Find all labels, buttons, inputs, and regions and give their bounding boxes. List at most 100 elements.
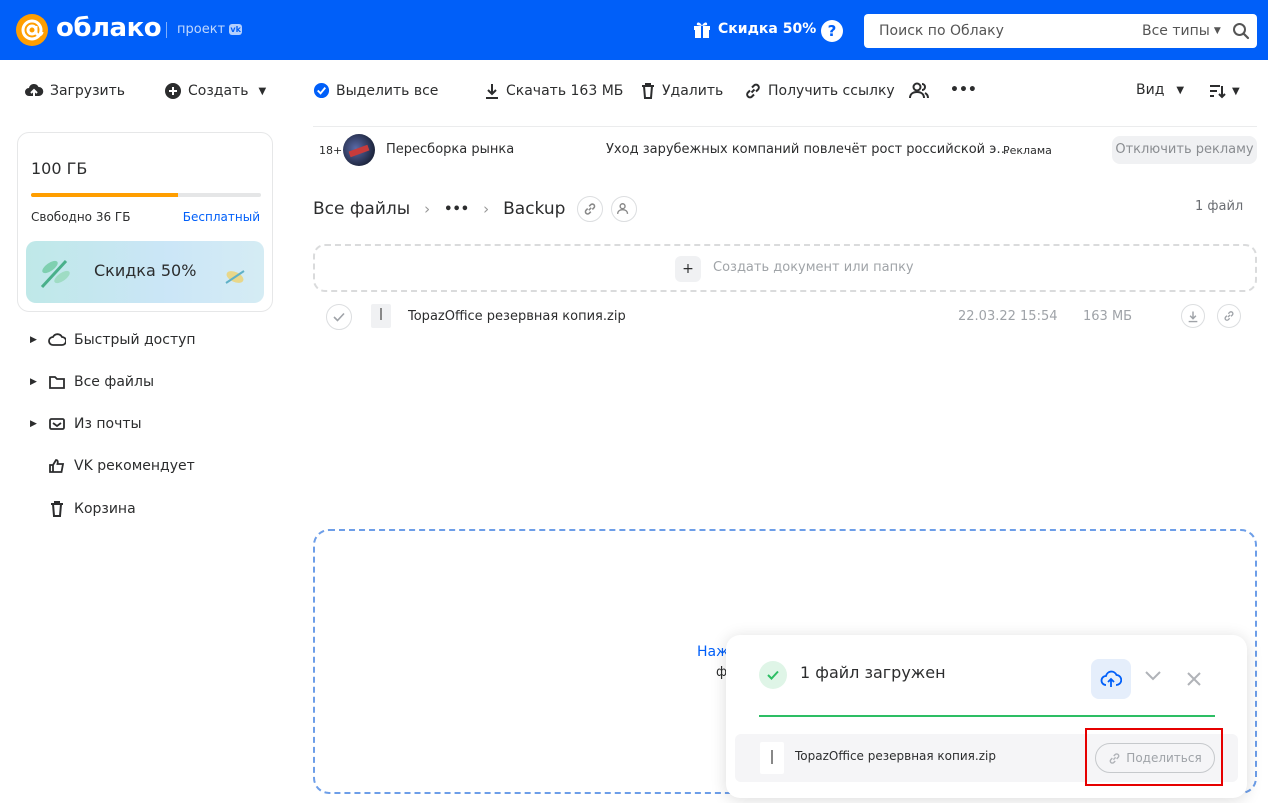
view-button[interactable]: Вид ▼ [1136, 82, 1184, 98]
sidebar-item-label: VK рекомендует [74, 458, 195, 474]
thumbs-up-icon [48, 458, 70, 474]
file-name[interactable]: TopazOffice резервная копия.zip [408, 309, 626, 324]
logo-at-icon[interactable] [16, 14, 48, 46]
share-access-button[interactable] [909, 82, 929, 100]
link-icon [746, 83, 760, 99]
chevron-right-icon: › [424, 200, 431, 218]
get-link-label: Получить ссылку [768, 83, 895, 99]
caret-down-icon: ▼ [1176, 84, 1185, 96]
plus-circle-icon [165, 83, 181, 99]
uploaded-file-name: TopazOffice резервная копия.zip [795, 749, 996, 763]
zip-file-icon [371, 304, 391, 328]
sort-button[interactable]: ▼ [1208, 82, 1240, 100]
trash-icon [642, 83, 654, 99]
sort-icon [1210, 85, 1226, 99]
folder-share-button[interactable] [611, 196, 638, 222]
plan-link[interactable]: Бесплатный [183, 210, 260, 224]
sidebar-item-vk-recommends[interactable]: VK рекомендует [30, 458, 195, 474]
more-button[interactable]: ••• [950, 82, 977, 98]
sidebar-item-label: Корзина [74, 501, 136, 517]
storage-free-label: Свободно 36 ГБ [31, 210, 131, 224]
storage-bar-fill [31, 193, 179, 197]
download-icon [486, 84, 498, 99]
sidebar-item-quick-access[interactable]: ▶ Быстрый доступ [30, 332, 196, 348]
upload-cloud-icon [25, 83, 44, 99]
dragonfly-icon [40, 259, 70, 289]
upload-progress-track [759, 715, 1215, 717]
download-button[interactable]: Скачать 163 МБ [484, 82, 623, 100]
file-types-label: Все типы [1142, 23, 1210, 39]
delete-label: Удалить [662, 83, 724, 99]
ad-row: 18+ Пересборка рынка Уход зарубежных ком… [313, 126, 1257, 172]
get-link-button[interactable]: Получить ссылку [744, 82, 895, 100]
view-label: Вид [1136, 82, 1165, 98]
expand-arrow-icon[interactable]: ▶ [30, 419, 40, 429]
storage-card: 100 ГБ Свободно 36 ГБ Бесплатный Скидка … [17, 132, 273, 312]
upload-label: Загрузить [50, 83, 126, 99]
users-icon [617, 203, 629, 214]
ad-avatar[interactable] [343, 134, 375, 166]
help-button[interactable]: ? [821, 20, 843, 42]
promo-label: Скидка 50% [718, 21, 817, 37]
upload-cloud-icon [1100, 670, 1122, 687]
file-types-dropdown[interactable]: Все типы ▼ [1142, 23, 1221, 39]
file-select-checkbox[interactable] [326, 304, 352, 330]
delete-button[interactable]: Удалить [640, 82, 723, 100]
plus-icon: + [675, 256, 701, 282]
cloud-icon [48, 332, 70, 348]
chevron-down-icon [1145, 671, 1161, 681]
upload-status: 1 файл загружен [800, 663, 946, 682]
upload-button[interactable]: Загрузить [24, 82, 125, 100]
close-icon [1187, 672, 1201, 686]
file-row[interactable]: TopazOffice резервная копия.zip 22.03.22… [313, 300, 1257, 334]
file-link-button[interactable] [1217, 304, 1241, 328]
trash-icon [48, 500, 70, 518]
sidebar-item-label: Из почты [74, 416, 142, 432]
create-document-or-folder[interactable]: + Создать документ или папку [313, 244, 1257, 292]
breadcrumb-current: Backup [503, 199, 566, 219]
sidebar-item-label: Все файлы [74, 374, 155, 390]
header: облако проект vk Скидка 50% ? Все типы ▼ [0, 0, 1268, 60]
file-download-button[interactable] [1181, 304, 1205, 328]
file-date: 22.03.22 15:54 [958, 309, 1058, 324]
collapse-button[interactable] [1144, 669, 1162, 681]
gift-icon [694, 22, 710, 38]
decor-icon [225, 270, 245, 284]
logo-text[interactable]: облако [56, 13, 162, 43]
discount-banner[interactable]: Скидка 50% [26, 241, 264, 303]
search-input[interactable] [864, 14, 1124, 48]
chevron-right-icon: › [483, 200, 490, 218]
breadcrumb: Все файлы › ••• › Backup [313, 196, 638, 222]
storage-total: 100 ГБ [31, 159, 88, 178]
create-button[interactable]: Создать ▼ [164, 82, 266, 100]
drop-zone-text[interactable]: Наж [697, 644, 729, 660]
ad-headline[interactable]: Уход зарубежных компаний повлечёт рост р… [606, 142, 1009, 157]
create-document-label: Создать документ или папку [713, 260, 914, 275]
expand-arrow-icon[interactable]: ▶ [30, 335, 40, 345]
caret-down-icon: ▼ [258, 85, 267, 97]
breadcrumb-root[interactable]: Все файлы [313, 199, 410, 219]
sidebar-item-from-mail[interactable]: ▶ Из почты [30, 416, 142, 432]
sidebar-item-all-files[interactable]: ▶ Все файлы [30, 374, 154, 390]
ad-tag: Реклама [1003, 144, 1052, 157]
folder-icon [48, 374, 70, 390]
folder-link-button[interactable] [577, 196, 604, 222]
search-icon[interactable] [1232, 22, 1250, 40]
upload-more-button[interactable] [1091, 659, 1131, 699]
logo-divider [166, 22, 167, 38]
caret-down-icon: ▼ [1213, 26, 1221, 36]
check-circle-icon [313, 82, 330, 99]
disable-ads-button[interactable]: Отключить рекламу [1112, 136, 1257, 164]
ad-source[interactable]: Пересборка рынка [386, 142, 514, 157]
select-all-button[interactable]: Выделить все [313, 82, 438, 99]
sidebar-item-trash[interactable]: Корзина [30, 500, 136, 518]
breadcrumb-ellipsis[interactable]: ••• [444, 202, 469, 217]
age-rating: 18+ [319, 144, 343, 157]
close-button[interactable] [1187, 672, 1201, 686]
expand-arrow-icon[interactable]: ▶ [30, 377, 40, 387]
banner-label: Скидка 50% [94, 261, 197, 280]
promo-button[interactable]: Скидка 50% [692, 19, 816, 39]
project-label[interactable]: проект vk [177, 22, 243, 37]
sidebar-item-label: Быстрый доступ [74, 332, 196, 348]
link-icon [585, 203, 596, 215]
